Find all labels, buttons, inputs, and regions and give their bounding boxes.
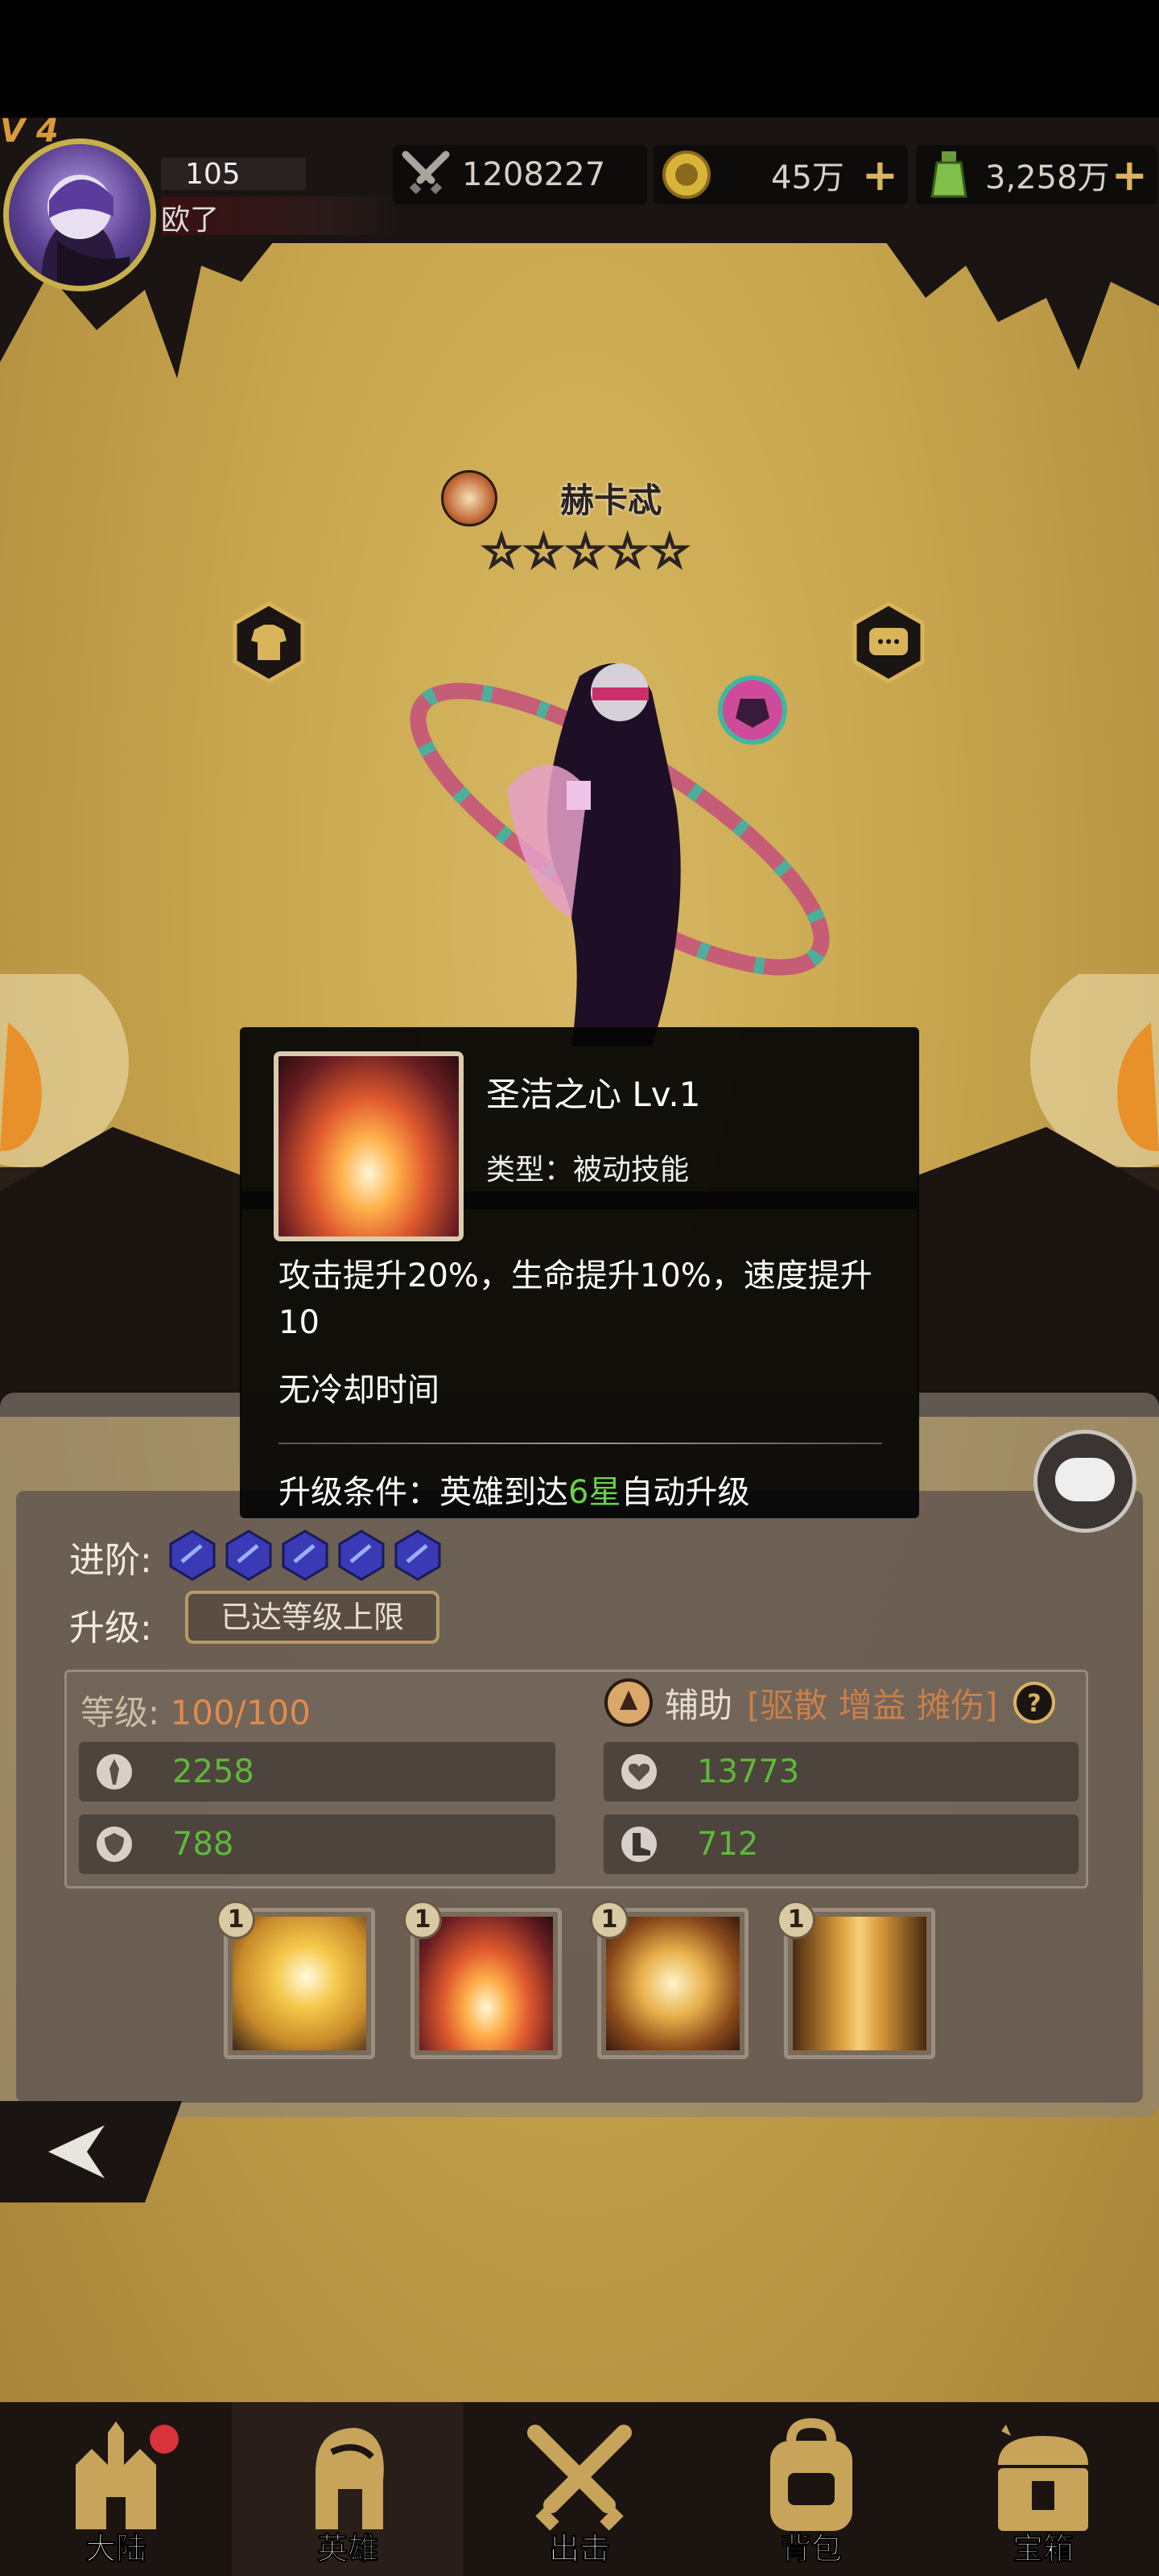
nav-tab-heroes[interactable]: 英雄 [232, 2402, 464, 2576]
sword-icon [97, 1754, 132, 1790]
hero-character-art [410, 663, 830, 1046]
crossed-swords-icon [402, 151, 450, 195]
potion-bottle-icon [930, 151, 967, 198]
gold-display: 45万 + [654, 145, 908, 204]
nav-tab-treasure[interactable]: 宝箱 [927, 2402, 1159, 2576]
star-icon: ☆ [522, 526, 565, 578]
hero-stars: ☆ ☆ ☆ ☆ ☆ [480, 526, 691, 578]
holy-heart-skill-icon [419, 1917, 553, 2050]
holy-heart-skill-icon [274, 1051, 464, 1241]
nav-label: 大陆 [85, 2531, 146, 2567]
advance-gem-icon [394, 1530, 441, 1581]
attack-stat: 2258 [79, 1742, 555, 1802]
defense-value: 788 [172, 1826, 234, 1863]
add-gold-button[interactable]: + [862, 150, 898, 200]
hp-stat: 13773 [604, 1742, 1079, 1802]
power-value: 1208227 [462, 156, 606, 193]
player-level: 105 [161, 158, 306, 191]
nav-tab-continent[interactable]: 大陆 [0, 2402, 232, 2576]
skill-tooltip: 圣洁之心 Lv.1 类型：被动技能 攻击提升20%，生命提升10%，速度提升10… [240, 1027, 919, 1518]
add-potion-button[interactable]: + [1112, 150, 1148, 200]
top-spike-decoration [0, 233, 1159, 378]
hero-role: 辅助 [驱散 增益 摊伤] ? [604, 1676, 1056, 1729]
hero-level: 等级: 100/100 [80, 1686, 311, 1735]
tooltip-title: 圣洁之心 Lv.1 [486, 1075, 701, 1114]
gold-value: 45万 [771, 159, 844, 196]
heart-icon [621, 1754, 657, 1790]
tooltip-cooldown: 无冷却时间 [278, 1372, 439, 1409]
upgrade-label: 升级: [69, 1608, 152, 1649]
level-label: 等级: [80, 1693, 160, 1732]
advance-gem-icon [225, 1530, 272, 1581]
speed-value: 712 [697, 1826, 759, 1863]
upgrade-suffix: 自动升级 [621, 1474, 750, 1511]
skill-slot-1[interactable]: 1 [217, 1901, 375, 2059]
skill-slot-2[interactable]: 1 [403, 1901, 562, 2059]
crossed-swords-icon [527, 2425, 632, 2531]
player-name: 欧了 [161, 196, 402, 237]
notification-dot [150, 2425, 179, 2454]
chat-button[interactable] [1033, 1430, 1136, 1533]
hero-name: 赫卡忒 [560, 481, 662, 520]
bottom-nav: 大陆 英雄 出击 背包 宝箱 [0, 2402, 1159, 2576]
nav-label: 英雄 [316, 2531, 378, 2567]
avatar[interactable] [3, 138, 156, 291]
star-icon: ☆ [564, 526, 607, 578]
level-value: 100/100 [170, 1693, 311, 1732]
skill-level-badge: 1 [217, 1901, 255, 1939]
nav-label: 宝箱 [1012, 2531, 1074, 2567]
tooltip-upgrade-condition: 升级条件：英雄到达6星自动升级 [278, 1452, 749, 1533]
gold-coin-icon [662, 151, 711, 199]
skill-level-badge: 1 [777, 1901, 815, 1939]
hp-value: 13773 [697, 1753, 800, 1790]
advance-gem-icon [282, 1530, 328, 1581]
light-burst-skill-icon [233, 1917, 366, 2050]
max-level-button[interactable]: 已达等级上限 [185, 1591, 439, 1644]
dark-knight-skill-icon [793, 1917, 926, 2050]
attack-value: 2258 [172, 1753, 254, 1790]
tooltip-description: 攻击提升20%，生命提升10%，速度提升10 [278, 1257, 872, 1341]
skill-slot-3[interactable]: 1 [590, 1901, 749, 2059]
back-button[interactable] [0, 2101, 182, 2202]
potion-value: 3,258万 [985, 159, 1110, 196]
radiant-wings-skill-icon [606, 1917, 740, 2050]
role-tags: [驱散 增益 摊伤] [747, 1685, 998, 1725]
backpack-icon [770, 2417, 852, 2531]
advance-gem-icon [169, 1530, 216, 1581]
advance-label: 进阶: [69, 1540, 152, 1581]
help-icon[interactable]: ? [1013, 1681, 1056, 1724]
defense-stat: 788 [79, 1814, 555, 1874]
skill-slot-4[interactable]: 1 [777, 1901, 935, 2059]
treasure-chest-icon [998, 2425, 1088, 2531]
nav-tab-battle[interactable]: 出击 [464, 2402, 695, 2576]
role-name: 辅助 [665, 1685, 733, 1725]
star-icon: ☆ [606, 526, 649, 578]
upgrade-prefix: 升级条件：英雄到达 [278, 1474, 568, 1511]
tooltip-type: 类型：被动技能 [486, 1154, 690, 1187]
hero-portrait-icon [41, 175, 130, 286]
skill-level-badge: 1 [403, 1901, 442, 1939]
outfit-button[interactable] [230, 601, 307, 684]
upgrade-highlight: 6星 [568, 1474, 621, 1511]
tooltip-divider [278, 1443, 882, 1444]
svg-text:?: ? [1027, 1690, 1041, 1718]
support-role-icon [604, 1678, 653, 1727]
nav-label: 背包 [780, 2531, 842, 2567]
star-icon: ☆ [648, 526, 691, 578]
skill-level-badge: 1 [590, 1901, 629, 1939]
speed-stat: 712 [604, 1814, 1079, 1874]
nav-label: 出击 [548, 2531, 610, 2567]
star-icon: ☆ [480, 526, 522, 578]
boot-icon [621, 1827, 657, 1862]
advance-gem-icon [338, 1530, 385, 1581]
helmet-icon [316, 2428, 384, 2529]
power-display: 1208227 [393, 145, 647, 204]
potion-display: 3,258万 + [916, 145, 1157, 204]
nav-tab-backpack[interactable]: 背包 [695, 2402, 927, 2576]
shield-icon [97, 1827, 132, 1862]
